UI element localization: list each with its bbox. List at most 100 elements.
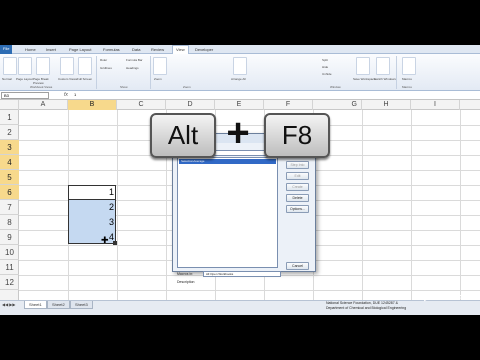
row-header[interactable]: 8 bbox=[0, 215, 19, 230]
arrange-all-button[interactable] bbox=[233, 57, 247, 75]
formula-bar-checkbox[interactable]: Formula Bar bbox=[126, 58, 143, 62]
credit-line-2: Department of Chemical and Biological En… bbox=[326, 306, 407, 310]
formula-bar: B3 fx 1 bbox=[0, 91, 480, 100]
grid-line bbox=[117, 110, 118, 300]
full-screen-button[interactable] bbox=[78, 57, 92, 75]
switch-windows-button[interactable] bbox=[376, 57, 390, 75]
gridlines-checkbox[interactable]: Gridlines bbox=[100, 66, 112, 70]
logo-text: University of Colorado Boulder bbox=[424, 296, 465, 300]
row-header[interactable]: 9 bbox=[0, 230, 19, 245]
save-workspace-label: Save Workspace bbox=[353, 77, 376, 81]
column-header-h[interactable]: H bbox=[362, 100, 411, 110]
sheet-tab-2[interactable]: Sheet2 bbox=[47, 301, 70, 309]
plus-sign: + bbox=[226, 111, 250, 155]
row-header[interactable]: 1 bbox=[0, 110, 19, 125]
group-window: Window bbox=[330, 85, 341, 89]
macros-label: Macros bbox=[402, 77, 412, 81]
formula-input[interactable]: 1 bbox=[74, 92, 76, 97]
tab-home[interactable]: Home bbox=[22, 46, 39, 54]
zoom-label: Zoom bbox=[154, 77, 162, 81]
column-header-g[interactable]: G bbox=[313, 100, 362, 110]
ribbon-separator bbox=[96, 56, 97, 89]
normal-view-label: Normal bbox=[2, 77, 12, 81]
cell-b3[interactable]: 1 bbox=[70, 187, 114, 197]
select-all-corner[interactable] bbox=[0, 100, 19, 110]
tab-insert[interactable]: Insert bbox=[43, 46, 59, 54]
page-break-preview-button[interactable] bbox=[36, 57, 50, 75]
tab-formulas[interactable]: Formulas bbox=[100, 46, 123, 54]
row-header[interactable]: 5 bbox=[0, 170, 19, 185]
column-header-b[interactable]: B bbox=[68, 100, 117, 110]
ruler-checkbox[interactable]: Ruler bbox=[100, 58, 107, 62]
unhide-button[interactable]: Unhide bbox=[322, 72, 332, 76]
description-label: Description bbox=[177, 280, 195, 284]
ribbon-separator bbox=[150, 56, 151, 89]
tab-developer[interactable]: Developer bbox=[192, 46, 216, 54]
row-header[interactable]: 7 bbox=[0, 200, 19, 215]
sheet-tab-3[interactable]: Sheet3 bbox=[70, 301, 93, 309]
options-button[interactable]: Options... bbox=[286, 205, 309, 213]
column-header-c[interactable]: C bbox=[117, 100, 166, 110]
fx-icon[interactable]: fx bbox=[64, 92, 68, 98]
macros-button[interactable] bbox=[402, 57, 416, 75]
split-button[interactable]: Split bbox=[322, 58, 328, 62]
grid-line bbox=[411, 110, 412, 300]
hide-button[interactable]: Hide bbox=[322, 65, 328, 69]
sheet-tab-1[interactable]: Sheet1 bbox=[24, 301, 47, 309]
cancel-button[interactable]: Cancel bbox=[286, 262, 309, 270]
row-headers: 1 2 3 4 5 6 7 8 9 10 11 12 bbox=[0, 110, 19, 300]
zoom-button[interactable] bbox=[153, 57, 167, 75]
page-layout-view-label: Page Layout bbox=[16, 77, 33, 81]
row-header[interactable]: 3 bbox=[0, 140, 19, 155]
ribbon-tab-row: File Home Insert Page Layout Formulas Da… bbox=[0, 45, 480, 55]
tab-page-layout[interactable]: Page Layout bbox=[66, 46, 94, 54]
switch-windows-label: Switch Windows bbox=[374, 77, 396, 81]
save-workspace-button[interactable] bbox=[356, 57, 370, 75]
grid-line bbox=[362, 110, 363, 300]
headings-checkbox[interactable]: Headings bbox=[126, 66, 139, 70]
column-header-f[interactable]: F bbox=[264, 100, 313, 110]
ribbon: Normal Page Layout Page Break Preview Cu… bbox=[0, 54, 480, 91]
macro-list-item[interactable]: SelectionAverage bbox=[179, 159, 276, 164]
sheet-tab-bar: ◀◀ ▶▶ Sheet1 Sheet2 Sheet3 National Scie… bbox=[0, 300, 480, 315]
row-header[interactable]: 6 bbox=[0, 185, 19, 200]
tab-review[interactable]: Review bbox=[148, 46, 167, 54]
step-into-button[interactable]: Step Into bbox=[286, 161, 309, 169]
custom-views-label: Custom Views bbox=[58, 77, 78, 81]
cell-b5[interactable]: 3 bbox=[70, 217, 114, 227]
column-header-a[interactable]: A bbox=[19, 100, 68, 110]
column-header-i[interactable]: I bbox=[411, 100, 460, 110]
f8-key: F8 bbox=[264, 113, 330, 158]
tab-file[interactable]: File bbox=[0, 45, 13, 54]
row-header[interactable]: 11 bbox=[0, 260, 19, 275]
row-header[interactable]: 2 bbox=[0, 125, 19, 140]
column-header-d[interactable]: D bbox=[166, 100, 215, 110]
tab-data[interactable]: Data bbox=[129, 46, 143, 54]
custom-views-button[interactable] bbox=[60, 57, 74, 75]
normal-view-button[interactable] bbox=[3, 57, 17, 75]
edit-button[interactable]: Edit bbox=[286, 172, 309, 180]
university-logo: University of Colorado Boulder bbox=[423, 290, 479, 302]
sheet-nav-arrows-icon[interactable]: ◀◀ ▶▶ bbox=[2, 302, 15, 307]
macros-in-select[interactable]: All Open Workbooks bbox=[203, 271, 281, 277]
fill-handle[interactable] bbox=[113, 241, 117, 245]
group-workbook-views: Workbook Views bbox=[30, 85, 53, 89]
column-header-e[interactable]: E bbox=[215, 100, 264, 110]
full-screen-label: Full Screen bbox=[77, 77, 93, 81]
ribbon-separator bbox=[396, 56, 397, 89]
macros-in-label: Macros in: bbox=[177, 272, 194, 276]
create-button[interactable]: Create bbox=[286, 183, 309, 191]
name-box[interactable]: B3 bbox=[1, 92, 49, 99]
macro-list[interactable]: SelectionAverage bbox=[177, 157, 278, 268]
row-header[interactable]: 10 bbox=[0, 245, 19, 260]
cell-b4[interactable]: 2 bbox=[70, 202, 114, 212]
row-header[interactable]: 4 bbox=[0, 155, 19, 170]
delete-button[interactable]: Delete bbox=[286, 194, 309, 202]
page-break-preview-label: Page Break Preview bbox=[33, 77, 49, 85]
group-macros: Macros bbox=[402, 85, 412, 89]
excel-window: File Home Insert Page Layout Formulas Da… bbox=[0, 45, 480, 315]
row-header[interactable]: 12 bbox=[0, 275, 19, 290]
page-layout-view-button[interactable] bbox=[18, 57, 32, 75]
grid-line bbox=[460, 110, 461, 300]
column-headers: A B C D E F G H I bbox=[0, 100, 480, 110]
